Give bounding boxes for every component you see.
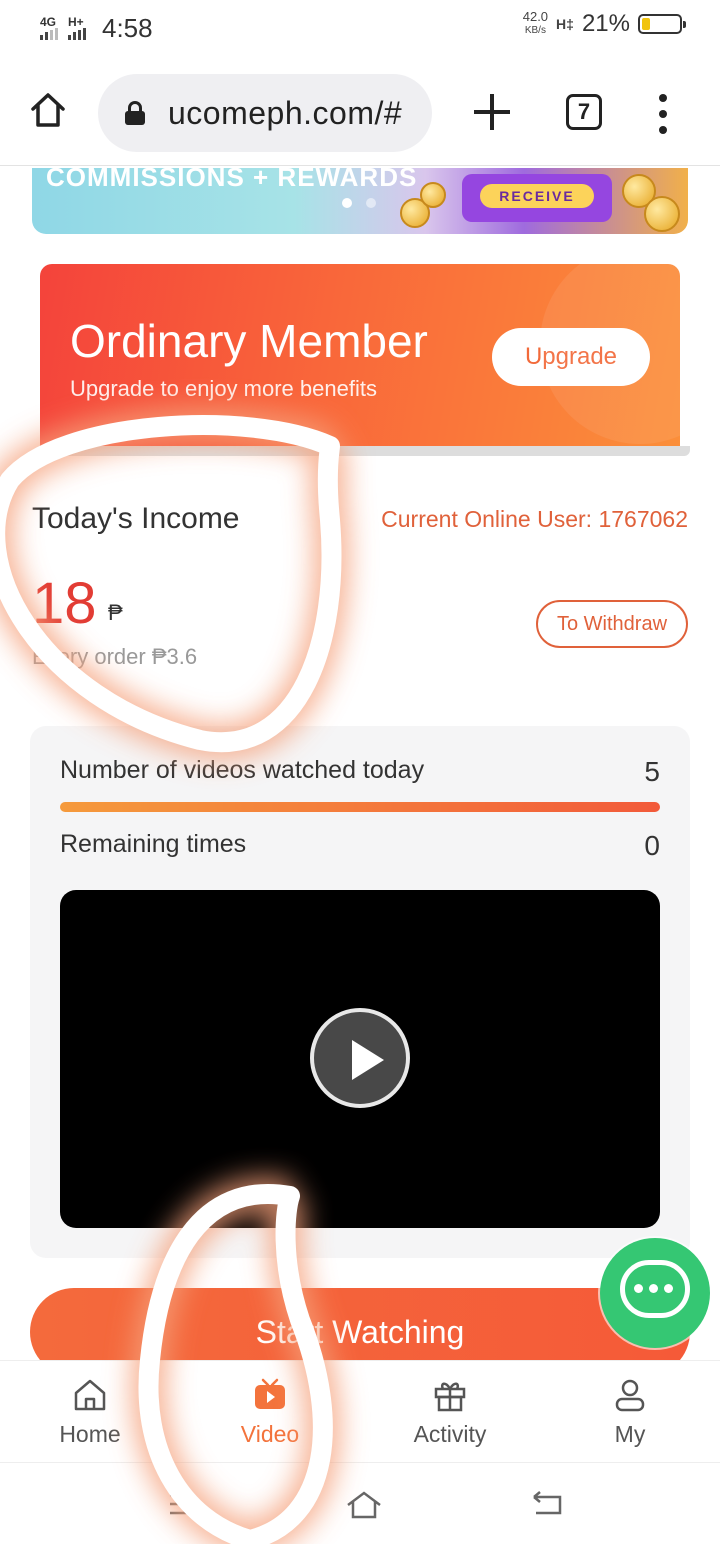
address-bar[interactable]: ucomeph.com/#: [98, 74, 432, 152]
home-icon: [74, 1379, 106, 1411]
coin-icon: [420, 182, 446, 208]
tab-activity[interactable]: Activity: [360, 1361, 540, 1460]
network-speed: 42.0 KB/s: [523, 10, 548, 38]
watched-row: Number of videos watched today 5: [60, 756, 660, 788]
member-level: Ordinary Member: [70, 315, 428, 367]
customer-service-icon[interactable]: [600, 1238, 710, 1348]
receive-button[interactable]: RECEIVE: [462, 174, 612, 222]
tab-my[interactable]: My: [540, 1361, 720, 1460]
browser-toolbar: ucomeph.com/# 7: [0, 62, 720, 166]
member-card: Ordinary Member Upgrade to enjoy more be…: [40, 264, 680, 452]
banner-text: COMMISSIONS + REWARDS: [46, 168, 418, 192]
remaining-count: 0: [644, 830, 660, 861]
system-nav-bar: [0, 1462, 720, 1544]
upgrade-button[interactable]: Upgrade: [492, 328, 650, 386]
status-right: 42.0 KB/s H‡ 21%: [523, 10, 686, 38]
tab-label: Home: [59, 1421, 121, 1447]
remaining-label: Remaining times: [60, 830, 247, 858]
gift-icon: [434, 1382, 466, 1412]
signal-4g: 4G: [40, 16, 58, 40]
network-label-2: H+: [68, 15, 84, 29]
income-value: 18: [32, 571, 97, 636]
menu-icon[interactable]: [656, 94, 670, 134]
home-icon[interactable]: [30, 92, 66, 128]
remaining-row: Remaining times 0: [60, 830, 660, 862]
lock-icon: [124, 101, 146, 125]
withdraw-button[interactable]: To Withdraw: [536, 600, 688, 648]
watched-label: Number of videos watched today: [60, 756, 425, 784]
watched-count: 5: [644, 756, 660, 787]
tab-label: My: [614, 1421, 646, 1447]
online-user-count: Current Online User: 1767062: [381, 506, 688, 532]
tab-video[interactable]: Video: [180, 1361, 360, 1460]
home-nav-icon[interactable]: [344, 1489, 384, 1519]
tab-label: Activity: [413, 1421, 487, 1447]
tab-home[interactable]: Home: [0, 1361, 180, 1460]
chat-dots: [634, 1284, 673, 1293]
per-order-rate: Every order ₱3.6: [32, 644, 198, 669]
watched-progress-bar: [60, 802, 660, 812]
video-player[interactable]: [60, 890, 660, 1228]
tabs-icon[interactable]: 7: [566, 94, 602, 130]
network-label-1: 4G: [40, 15, 57, 29]
income-label: Today's Income: [32, 502, 240, 535]
battery-icon: [638, 14, 686, 34]
battery-fill: [642, 18, 650, 30]
user-icon: [615, 1379, 645, 1412]
network-speed-unit: KB/s: [524, 25, 546, 36]
currency-symbol: ₱: [108, 600, 123, 625]
clock: 4:58: [102, 12, 153, 43]
status-bar: 4G H+ 4:58 42.0 KB/s H‡ 21%: [0, 0, 720, 56]
video-stats-panel: Number of videos watched today 5 Remaini…: [30, 726, 690, 1258]
tab-label: Video: [240, 1421, 300, 1447]
url-text: ucomeph.com/#: [168, 94, 403, 131]
network-label-3: H‡: [556, 16, 574, 32]
plus-icon[interactable]: [472, 92, 512, 132]
battery-percent: 21%: [581, 10, 630, 37]
video-icon: [255, 1378, 285, 1409]
member-subtitle: Upgrade to enjoy more benefits: [70, 376, 377, 401]
play-icon[interactable]: [310, 1008, 410, 1108]
recents-icon[interactable]: [162, 1489, 202, 1519]
receive-label: RECEIVE: [480, 184, 594, 208]
signal-bars-icon: [40, 28, 58, 40]
carousel-dot: [366, 198, 376, 208]
signal-hplus: H+: [68, 16, 86, 40]
card-underline: [40, 446, 690, 456]
back-icon[interactable]: [528, 1489, 568, 1519]
network-speed-value: 42.0: [522, 9, 549, 24]
signal-bars-icon: [68, 28, 86, 40]
coin-icon: [644, 196, 680, 232]
carousel-dot-active: [342, 198, 352, 208]
promo-banner[interactable]: COMMISSIONS + REWARDS RECEIVE: [32, 168, 688, 234]
bottom-tab-bar: Home Video Activity My: [0, 1360, 720, 1460]
